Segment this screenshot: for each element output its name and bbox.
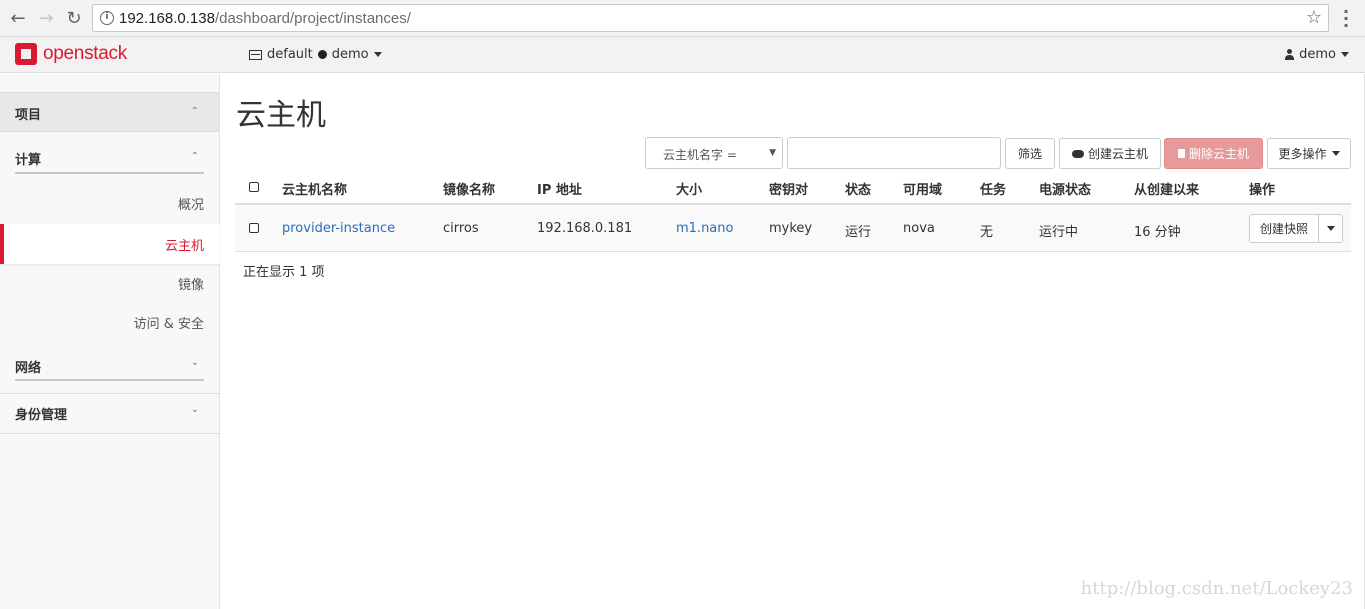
caret-down-icon (373, 52, 382, 57)
browser-toolbar: ← → ↻ i 192.168.0.138/dashboard/project/… (0, 0, 1365, 37)
column-header[interactable]: 镜像名称 (443, 179, 495, 198)
url-path: /dashboard/project/instances/ (214, 10, 411, 27)
url-host: 192.168.0.138 (119, 10, 215, 27)
create-instance-button[interactable]: 创建云主机 (1059, 138, 1161, 169)
caret-down-icon (1331, 151, 1340, 156)
select-arrow-icon: ▼ (769, 148, 776, 158)
sidebar-section-compute[interactable]: 计算 ⌃ (0, 144, 219, 184)
forward-icon[interactable]: → (35, 7, 57, 29)
back-icon[interactable]: ← (7, 7, 29, 29)
sidebar-item-images[interactable]: 镜像 (178, 274, 204, 293)
instance-name-link[interactable]: provider-instance (282, 221, 395, 236)
availability-zone: nova (903, 221, 935, 236)
watermark: http://blog.csdn.net/Lockey23 (1080, 578, 1353, 599)
chevron-up-icon: ⌃ (190, 106, 199, 117)
more-actions-label: 更多操作 (1278, 147, 1327, 161)
chevron-down-icon: ⌄ (190, 404, 199, 415)
image-name: cirros (443, 221, 479, 236)
sidebar-item-instances[interactable]: 云主机 (0, 224, 220, 264)
column-header[interactable]: 云主机名称 (282, 179, 347, 198)
project-name: demo (331, 47, 369, 62)
page-title: 云主机 (236, 98, 326, 133)
select-all-checkbox[interactable] (249, 182, 259, 192)
sidebar-item-access-security[interactable]: 访问 & 安全 (134, 313, 204, 332)
section-divider (15, 379, 204, 381)
column-header[interactable]: 任务 (980, 179, 1006, 198)
row-actions-dropdown[interactable] (1318, 214, 1343, 243)
chevron-down-icon: ⌄ (190, 357, 199, 368)
sidebar-section-project[interactable]: 项目 ⌃ (0, 92, 219, 132)
section-title: 身份管理 (15, 408, 68, 423)
column-header[interactable]: 状态 (845, 179, 871, 198)
user-icon (1285, 49, 1295, 60)
create-instance-label: 创建云主机 (1087, 147, 1148, 161)
status: 运行 (845, 225, 872, 240)
openstack-logo[interactable]: openstack (15, 43, 127, 65)
bookmark-star-icon[interactable]: ☆ (1306, 7, 1322, 28)
item-count: 正在显示 1 项 (243, 265, 325, 280)
age: 16 分钟 (1134, 225, 1181, 240)
filter-field-label: 云主机名字 = (663, 148, 737, 162)
cloud-upload-icon (1071, 149, 1084, 158)
filter-button-label: 筛选 (1017, 147, 1042, 161)
flavor-link[interactable]: m1.nano (676, 221, 733, 236)
project-switcher[interactable]: default demo (249, 47, 382, 62)
sidebar-section-network[interactable]: 网络 ⌄ (0, 352, 219, 392)
column-header[interactable]: 密钥对 (769, 179, 808, 198)
section-title: 项目 (15, 108, 42, 123)
section-title: 计算 (15, 153, 42, 168)
info-icon[interactable]: i (100, 11, 114, 25)
user-name: demo (1299, 47, 1336, 62)
filter-field-select[interactable]: 云主机名字 = ▼ (645, 137, 783, 169)
ip-address: 192.168.0.181 (537, 221, 633, 236)
openstack-logo-icon (15, 43, 37, 65)
url-text: 192.168.0.138/dashboard/project/instance… (119, 10, 411, 27)
caret-down-icon (1326, 226, 1335, 231)
sidebar-item-label: 云主机 (164, 239, 204, 254)
delete-instance-label: 删除云主机 (1188, 147, 1249, 161)
server-icon (249, 49, 262, 60)
task: 无 (980, 225, 994, 240)
caret-down-icon (1341, 52, 1349, 57)
openstack-header: openstack default demo demo (0, 37, 1365, 73)
row-checkbox[interactable] (249, 223, 259, 233)
power-state: 运行中 (1039, 225, 1079, 240)
column-header[interactable]: 大小 (676, 179, 702, 198)
column-header[interactable]: IP 地址 (537, 179, 582, 198)
sidebar: 项目 ⌃ 计算 ⌃ 概况 云主机 镜像 访问 & 安全 网络 ⌄ 身份管理 ⌄ (0, 74, 220, 609)
domain-name: default (267, 47, 313, 62)
delete-instance-button[interactable]: 删除云主机 (1164, 138, 1263, 169)
column-header[interactable]: 电源状态 (1039, 179, 1091, 198)
column-header[interactable]: 可用域 (903, 179, 942, 198)
filter-button[interactable]: 筛选 (1005, 138, 1055, 169)
section-title: 网络 (15, 361, 42, 376)
filter-input[interactable] (787, 137, 1001, 169)
reload-icon[interactable]: ↻ (63, 7, 85, 29)
table-header: 云主机名称 镜像名称 IP 地址 大小 密钥对 状态 可用域 任务 电源状态 从… (235, 170, 1351, 205)
chevron-up-icon: ⌃ (190, 151, 199, 162)
table-row: provider-instance cirros 192.168.0.181 m… (235, 205, 1351, 252)
keypair: mykey (769, 221, 813, 236)
browser-menu-icon[interactable]: · · · (1343, 4, 1349, 34)
sidebar-item-overview[interactable]: 概况 (178, 194, 204, 213)
separator-dot-icon (317, 50, 327, 59)
more-actions-button[interactable]: 更多操作 (1267, 138, 1351, 169)
section-divider (15, 172, 204, 174)
create-snapshot-button[interactable]: 创建快照 (1249, 214, 1319, 243)
trash-icon (1177, 149, 1185, 158)
sidebar-section-identity[interactable]: 身份管理 ⌄ (0, 393, 219, 434)
logo-text: openstack (43, 43, 127, 64)
column-header[interactable]: 从创建以来 (1134, 179, 1199, 198)
address-bar[interactable]: i 192.168.0.138/dashboard/project/instan… (92, 4, 1329, 32)
column-header: 操作 (1249, 183, 1276, 198)
user-menu[interactable]: demo (1285, 47, 1349, 62)
